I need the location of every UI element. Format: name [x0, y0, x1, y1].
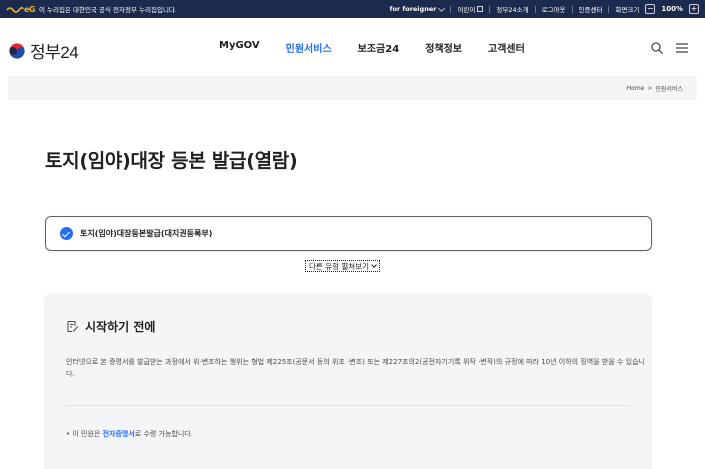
logout-link[interactable]: 로그아웃: [542, 4, 566, 14]
for-foreigner-link[interactable]: for foreigner: [389, 4, 446, 13]
divider: [571, 5, 573, 13]
official-notice-bar: eG 이 누리집은 대한민국 공식 전자정부 누리집입니다. for forei…: [0, 0, 705, 18]
chevron-down-icon: [438, 4, 446, 13]
for-foreigner-label: for foreigner: [389, 5, 437, 13]
hamburger-menu-icon[interactable]: [676, 43, 688, 53]
before-start-header: 시작하기 전에: [66, 318, 155, 335]
note-prefix: • 이 민원은: [66, 430, 103, 438]
divider: [450, 5, 452, 13]
checklist-memo-icon: [67, 321, 79, 332]
note-suffix: 로 수령 가능합니다.: [134, 430, 193, 438]
breadcrumb-bar: Home > 민원서비스: [8, 76, 697, 100]
site-header: 정부24 MyGOV 민원서비스 보조금24 정책정보 고객센터: [0, 18, 705, 76]
zoom-out-button[interactable]: −: [645, 4, 656, 14]
divider: [534, 5, 536, 13]
brand-logo-link[interactable]: 정부24: [8, 38, 79, 63]
breadcrumb-current[interactable]: 민원서비스: [655, 84, 683, 93]
divider: [608, 5, 610, 13]
forgery-warning-text: 인터넷으로 본 증명서를 발급받는 과정에서 위·변조하는 행위는 형법 제22…: [66, 358, 645, 378]
nav-policy-info[interactable]: 정책정보: [425, 40, 462, 55]
divider: [66, 405, 631, 406]
more-types-label: 다른 유형 펼쳐보기: [309, 261, 369, 271]
breadcrumb: Home > 민원서비스: [627, 76, 683, 100]
nav-customer-center[interactable]: 고객센터: [488, 40, 525, 55]
taegeuk-logo-icon: [8, 42, 26, 59]
breadcrumb-separator: >: [647, 84, 653, 92]
before-start-title: 시작하기 전에: [85, 320, 156, 334]
more-types-toggle[interactable]: 다른 유형 펼쳐보기: [305, 260, 380, 272]
egov-logo-text: eG: [24, 4, 36, 14]
page-title: 토지(임야)대장 등본 발급(열람): [45, 150, 298, 172]
selected-option-label: 토지(임야)대장등본발급(대지권등록부): [80, 229, 213, 238]
kids-link[interactable]: 어린이: [457, 4, 484, 14]
cert-center-link[interactable]: 인증센터: [579, 4, 603, 14]
nav-civil-service[interactable]: 민원서비스: [286, 40, 332, 55]
main-navigation: MyGOV 민원서비스 보조금24 정책정보 고객센터: [219, 40, 551, 55]
nav-subsidy24[interactable]: 보조금24: [358, 40, 400, 55]
official-notice-text: 이 누리집은 대한민국 공식 전자정부 누리집입니다.: [39, 6, 177, 14]
search-icon[interactable]: [651, 42, 663, 54]
before-start-panel: 시작하기 전에 인터넷으로 본 증명서를 발급받는 과정에서 위·변조하는 행위…: [44, 293, 652, 469]
about-link[interactable]: 정부24소개: [496, 4, 528, 14]
nav-mygov[interactable]: MyGOV: [219, 40, 260, 55]
official-notice: eG 이 누리집은 대한민국 공식 전자정부 누리집입니다.: [6, 0, 177, 18]
check-circle-icon: [60, 227, 73, 240]
breadcrumb-home[interactable]: Home: [627, 85, 645, 92]
utility-links: for foreigner 어린이 정부24소개 로그아웃 인증센터 화면크기 …: [390, 0, 699, 18]
e-certificate-note: • 이 민원은 전자증명서로 수령 가능합니다.: [66, 429, 193, 439]
selected-service-option[interactable]: 토지(임야)대장등본발급(대지권등록부): [45, 216, 652, 251]
divider: [489, 5, 491, 13]
zoom-in-button[interactable]: +: [689, 4, 699, 14]
brand-name: 정부24: [30, 43, 79, 62]
kids-label: 어린이: [457, 6, 476, 14]
chevron-down-icon: [371, 262, 377, 268]
external-link-icon: [477, 6, 484, 12]
e-certificate-link[interactable]: 전자증명서: [103, 430, 135, 438]
screen-size-label: 화면크기: [615, 6, 640, 14]
zoom-level: 100%: [661, 5, 683, 13]
egov-logo-icon: eG: [6, 4, 36, 14]
